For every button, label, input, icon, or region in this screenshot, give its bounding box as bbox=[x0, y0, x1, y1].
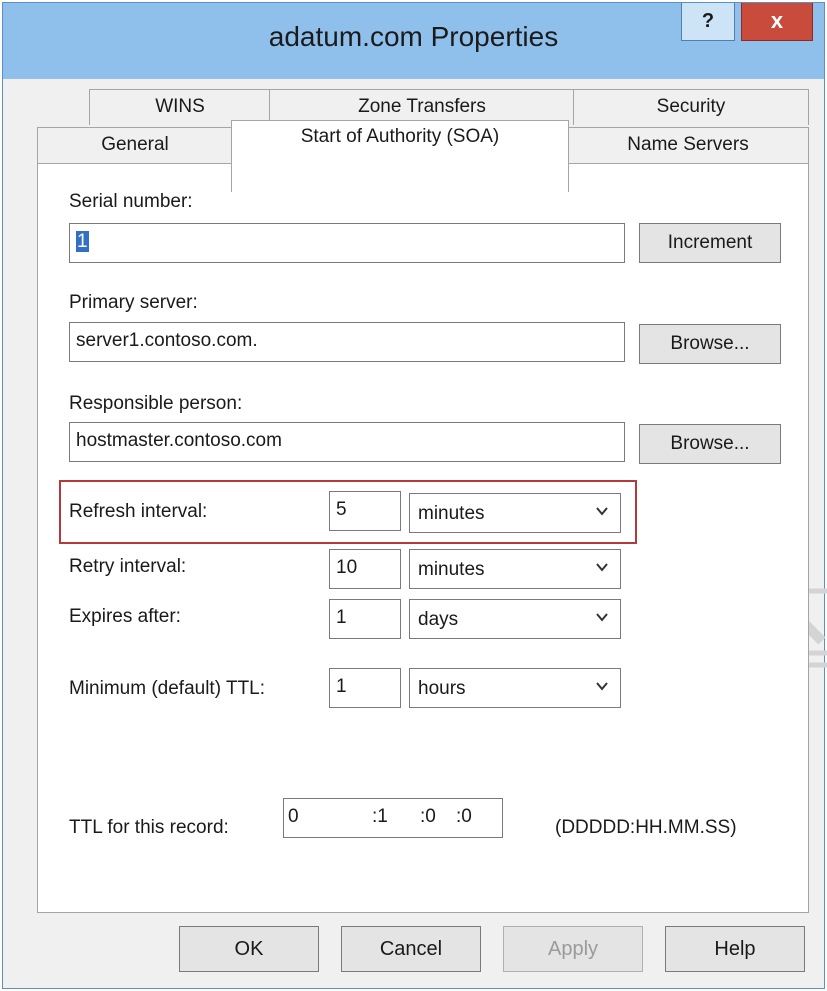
expires-unit-select[interactable]: days bbox=[409, 599, 621, 639]
tab-general[interactable]: General bbox=[37, 127, 233, 163]
primary-server-label: Primary server: bbox=[69, 292, 198, 313]
tab-name-servers[interactable]: Name Servers bbox=[567, 127, 809, 163]
retry-unit-value: minutes bbox=[418, 559, 485, 580]
retry-interval-label: Retry interval: bbox=[69, 556, 187, 577]
primary-server-input[interactable]: server1.contoso.com. bbox=[69, 322, 625, 362]
help-title-button[interactable]: ? bbox=[681, 3, 735, 41]
expires-unit-value: days bbox=[418, 609, 459, 630]
refresh-unit-value: minutes bbox=[418, 503, 485, 524]
primary-browse-button[interactable]: Browse... bbox=[639, 324, 781, 364]
chevron-down-icon bbox=[596, 613, 608, 622]
refresh-interval-input[interactable]: 5 bbox=[329, 491, 401, 531]
minimum-ttl-label: Minimum (default) TTL: bbox=[69, 678, 266, 699]
properties-dialog: adatum.com Properties ? x WINS Zone Tran… bbox=[2, 2, 825, 989]
help-button[interactable]: Help bbox=[665, 926, 805, 972]
serial-number-label: Serial number: bbox=[69, 191, 193, 212]
ttl-record-input[interactable]: 0 :1 :0 :0 bbox=[283, 798, 503, 838]
close-button[interactable]: x bbox=[741, 3, 813, 41]
retry-unit-select[interactable]: minutes bbox=[409, 549, 621, 589]
ok-button[interactable]: OK bbox=[179, 926, 319, 972]
refresh-interval-label: Refresh interval: bbox=[69, 501, 208, 522]
serial-number-value: 1 bbox=[76, 231, 89, 252]
ttl-format-hint: (DDDDD:HH.MM.SS) bbox=[555, 817, 737, 838]
cancel-button[interactable]: Cancel bbox=[341, 926, 481, 972]
retry-interval-input[interactable]: 10 bbox=[329, 549, 401, 589]
chevron-down-icon bbox=[596, 682, 608, 691]
minimum-ttl-input[interactable]: 1 bbox=[329, 668, 401, 708]
apply-button[interactable]: Apply bbox=[503, 926, 643, 972]
title-bar[interactable]: adatum.com Properties ? x bbox=[3, 3, 824, 79]
expires-after-label: Expires after: bbox=[69, 606, 181, 627]
ttl-hours[interactable]: :1 bbox=[372, 806, 388, 828]
ttl-days[interactable]: 0 bbox=[288, 806, 299, 828]
chevron-down-icon bbox=[596, 563, 608, 572]
chevron-down-icon bbox=[596, 507, 608, 516]
responsible-person-input[interactable]: hostmaster.contoso.com bbox=[69, 422, 625, 462]
ttl-minutes[interactable]: :0 bbox=[420, 806, 436, 828]
responsible-browse-button[interactable]: Browse... bbox=[639, 424, 781, 464]
refresh-unit-select[interactable]: minutes bbox=[409, 493, 621, 533]
ttl-record-label: TTL for this record: bbox=[69, 817, 229, 838]
serial-number-input[interactable]: 1 bbox=[69, 223, 625, 263]
minimum-ttl-unit-value: hours bbox=[418, 678, 466, 699]
expires-after-input[interactable]: 1 bbox=[329, 599, 401, 639]
tab-security[interactable]: Security bbox=[573, 89, 809, 125]
increment-button[interactable]: Increment bbox=[639, 223, 781, 263]
responsible-person-label: Responsible person: bbox=[69, 393, 243, 414]
minimum-ttl-unit-select[interactable]: hours bbox=[409, 668, 621, 708]
tab-start-of-authority[interactable]: Start of Authority (SOA) bbox=[231, 120, 569, 192]
ttl-seconds[interactable]: :0 bbox=[456, 806, 472, 828]
